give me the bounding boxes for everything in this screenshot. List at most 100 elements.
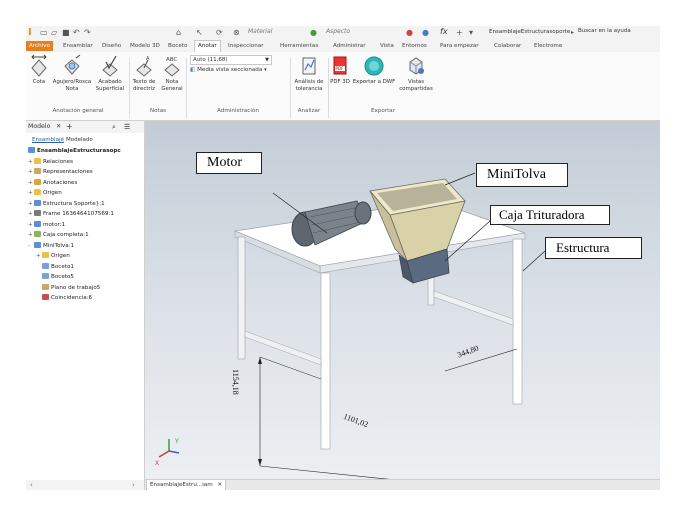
- menu-icon[interactable]: ☰: [124, 121, 130, 133]
- tab-archivo[interactable]: Archivo: [26, 41, 53, 51]
- tree-child-item[interactable]: Boceto1: [42, 262, 74, 272]
- adjust-icon[interactable]: ●: [422, 28, 430, 37]
- add-icon[interactable]: +: [66, 121, 73, 133]
- parameters-button[interactable]: fx: [440, 27, 448, 36]
- tree-item[interactable]: + Origen: [28, 189, 62, 198]
- close-icon[interactable]: ✕: [217, 482, 222, 488]
- save-icon[interactable]: ■: [62, 28, 70, 37]
- tree-item-icon: [34, 178, 41, 185]
- tab-ensamblar[interactable]: Ensamblar: [63, 41, 93, 51]
- tree-item[interactable]: + Anotaciones: [28, 178, 78, 188]
- tree-item[interactable]: + Caja completa:1: [28, 231, 89, 240]
- tab-inspeccionar[interactable]: Inspeccionar: [228, 41, 264, 51]
- motor-callout: Motor: [196, 152, 262, 174]
- tree-item-icon: [42, 262, 49, 269]
- tab-boceto[interactable]: Boceto: [168, 41, 187, 51]
- nota-label-1: Nota: [165, 79, 179, 85]
- home-icon[interactable]: ⌂: [176, 28, 184, 37]
- tab-para-empezar[interactable]: Para empezar: [440, 41, 479, 51]
- media-vista-label: Media vista seccionada: [197, 67, 263, 73]
- vistas-label-1: Vistas: [407, 79, 425, 85]
- undo-icon[interactable]: ↶: [73, 28, 81, 37]
- scroll-left-icon[interactable]: ‹: [30, 480, 33, 490]
- tree-item-icon: [34, 168, 41, 174]
- assembly-3d-model: Y X: [155, 172, 546, 479]
- tree-item[interactable]: + Estructura Soporte}:1: [28, 199, 105, 209]
- tree-item[interactable]: + Frame 1636464107569:1: [28, 210, 114, 219]
- modelado-mode-link[interactable]: Modelado: [66, 135, 93, 145]
- analisis-tolerancia-button[interactable]: Análisis de tolerancia: [292, 54, 326, 92]
- caja-trituradora-callout: Caja Trituradora: [490, 205, 610, 225]
- minitolva-callout: MiniTolva: [476, 163, 568, 187]
- document-tab-label: EnsamblajeEstru...iam: [150, 482, 213, 488]
- help-search[interactable]: Buscar en la ayuda: [578, 28, 631, 34]
- pdf-3d-button[interactable]: PDF PDF 3D: [329, 54, 351, 86]
- agujero-label-1: Agujero/Rosca: [52, 79, 92, 85]
- length-dimension-line: [259, 465, 390, 479]
- tab-entornos[interactable]: Entornos: [402, 41, 427, 51]
- browser-header: Modelo ✕ + ⌕ ☰: [26, 121, 144, 133]
- tab-modelo-3d[interactable]: Modelo 3D: [130, 41, 160, 51]
- tree-item[interactable]: + motor:1: [28, 220, 65, 230]
- cota-button[interactable]: Cota: [28, 54, 50, 86]
- tree-item-icon: [34, 231, 41, 237]
- texto-directriz-button[interactable]: A Texto de directriz: [130, 54, 158, 92]
- tab-electrome[interactable]: Electrome: [534, 41, 562, 51]
- tab-colaborar[interactable]: Colaborar: [494, 41, 521, 51]
- clear-appearance-icon[interactable]: ●: [406, 28, 414, 37]
- tree-item-label: Anotaciones: [43, 179, 78, 186]
- svg-text:A: A: [146, 56, 150, 62]
- acabado-superficial-button[interactable]: Acabado Superficial: [93, 54, 127, 92]
- material-icon[interactable]: ⊗: [233, 28, 241, 37]
- search-icon[interactable]: ⌕: [112, 121, 116, 133]
- tree-item-icon: [42, 273, 49, 279]
- document-tab[interactable]: EnsamblajeEstru...iam ✕: [146, 480, 227, 490]
- exportar-dwf-button[interactable]: Exportar a DWF: [352, 54, 396, 86]
- tree-item-label: Relaciones: [43, 158, 74, 165]
- redo-icon[interactable]: ↷: [84, 28, 92, 37]
- nota-general-button[interactable]: ABC Nota General: [159, 54, 185, 92]
- tree-root-label: EnsamblajeEstructurasopc: [37, 148, 121, 154]
- add-icon[interactable]: +: [456, 28, 464, 37]
- tree-item-label: Coincidencia:6: [51, 295, 93, 301]
- close-icon[interactable]: ✕: [56, 121, 61, 133]
- browser-mode-bar: Ensamblaje | Modelado: [26, 135, 144, 145]
- tab-vista[interactable]: Vista: [380, 41, 394, 51]
- group-analizar: Analizar: [297, 108, 321, 114]
- tab-administrar[interactable]: Administrar: [333, 41, 366, 51]
- scroll-right-icon[interactable]: ›: [132, 480, 135, 490]
- nota-label-2: General: [161, 85, 183, 92]
- update-icon[interactable]: ⟳: [216, 28, 224, 37]
- tree-child-item[interactable]: + Origen: [36, 252, 70, 261]
- material-dropdown[interactable]: Material: [248, 28, 272, 35]
- vistas-label-2: compartidas: [399, 85, 433, 92]
- tree-item[interactable]: + Representaciones: [28, 168, 93, 177]
- tab-diseno[interactable]: Diseño: [102, 41, 121, 51]
- inventor-window: I ▭ ▱ ■ ↶ ↷ ⌂ ↖ ⟳ ⊗ Material ● Aspecto ●…: [26, 26, 660, 490]
- new-icon[interactable]: ▭: [40, 28, 48, 37]
- open-icon[interactable]: ▱: [51, 28, 59, 37]
- minitolva-leader: [444, 172, 476, 186]
- scale-dropdown[interactable]: Auto (11,68) ▼: [190, 55, 272, 65]
- select-icon[interactable]: ↖: [196, 28, 204, 37]
- ensamblaje-mode-link[interactable]: Ensamblaje: [32, 135, 64, 145]
- media-vista-button[interactable]: ◧ Media vista seccionada ▾: [190, 67, 267, 73]
- agujero-rosca-nota-button[interactable]: Agujero/Rosca Nota: [52, 54, 92, 92]
- mode-separator: |: [62, 137, 64, 143]
- lower-rail-left: [244, 330, 322, 366]
- tree-child-item[interactable]: Coincidencia:6: [42, 294, 92, 303]
- appearance-dropdown[interactable]: Aspecto: [326, 28, 350, 35]
- graphics-viewport[interactable]: Y X 1154,18 344,80 1101,02 Motor MiniTol…: [145, 121, 660, 479]
- chevron-down-icon: ▼: [265, 57, 269, 63]
- tree-item[interactable]: + Relaciones: [28, 157, 74, 167]
- tree-item[interactable]: - MiniTolva:1: [28, 241, 74, 251]
- inventor-logo-icon: I: [28, 27, 32, 38]
- tree-child-item[interactable]: Boceto5: [42, 273, 74, 282]
- tree-child-item[interactable]: Plano de trabajo5: [42, 283, 100, 293]
- vistas-compartidas-button[interactable]: Vistas compartidas: [396, 54, 436, 92]
- tree-item-label: Origen: [43, 190, 62, 196]
- tab-herramientas[interactable]: Herramientas: [280, 41, 318, 51]
- tree-root[interactable]: EnsamblajeEstructurasopc: [28, 147, 121, 156]
- browser-title: Modelo: [28, 123, 51, 130]
- customize-icon[interactable]: ▾: [469, 28, 477, 37]
